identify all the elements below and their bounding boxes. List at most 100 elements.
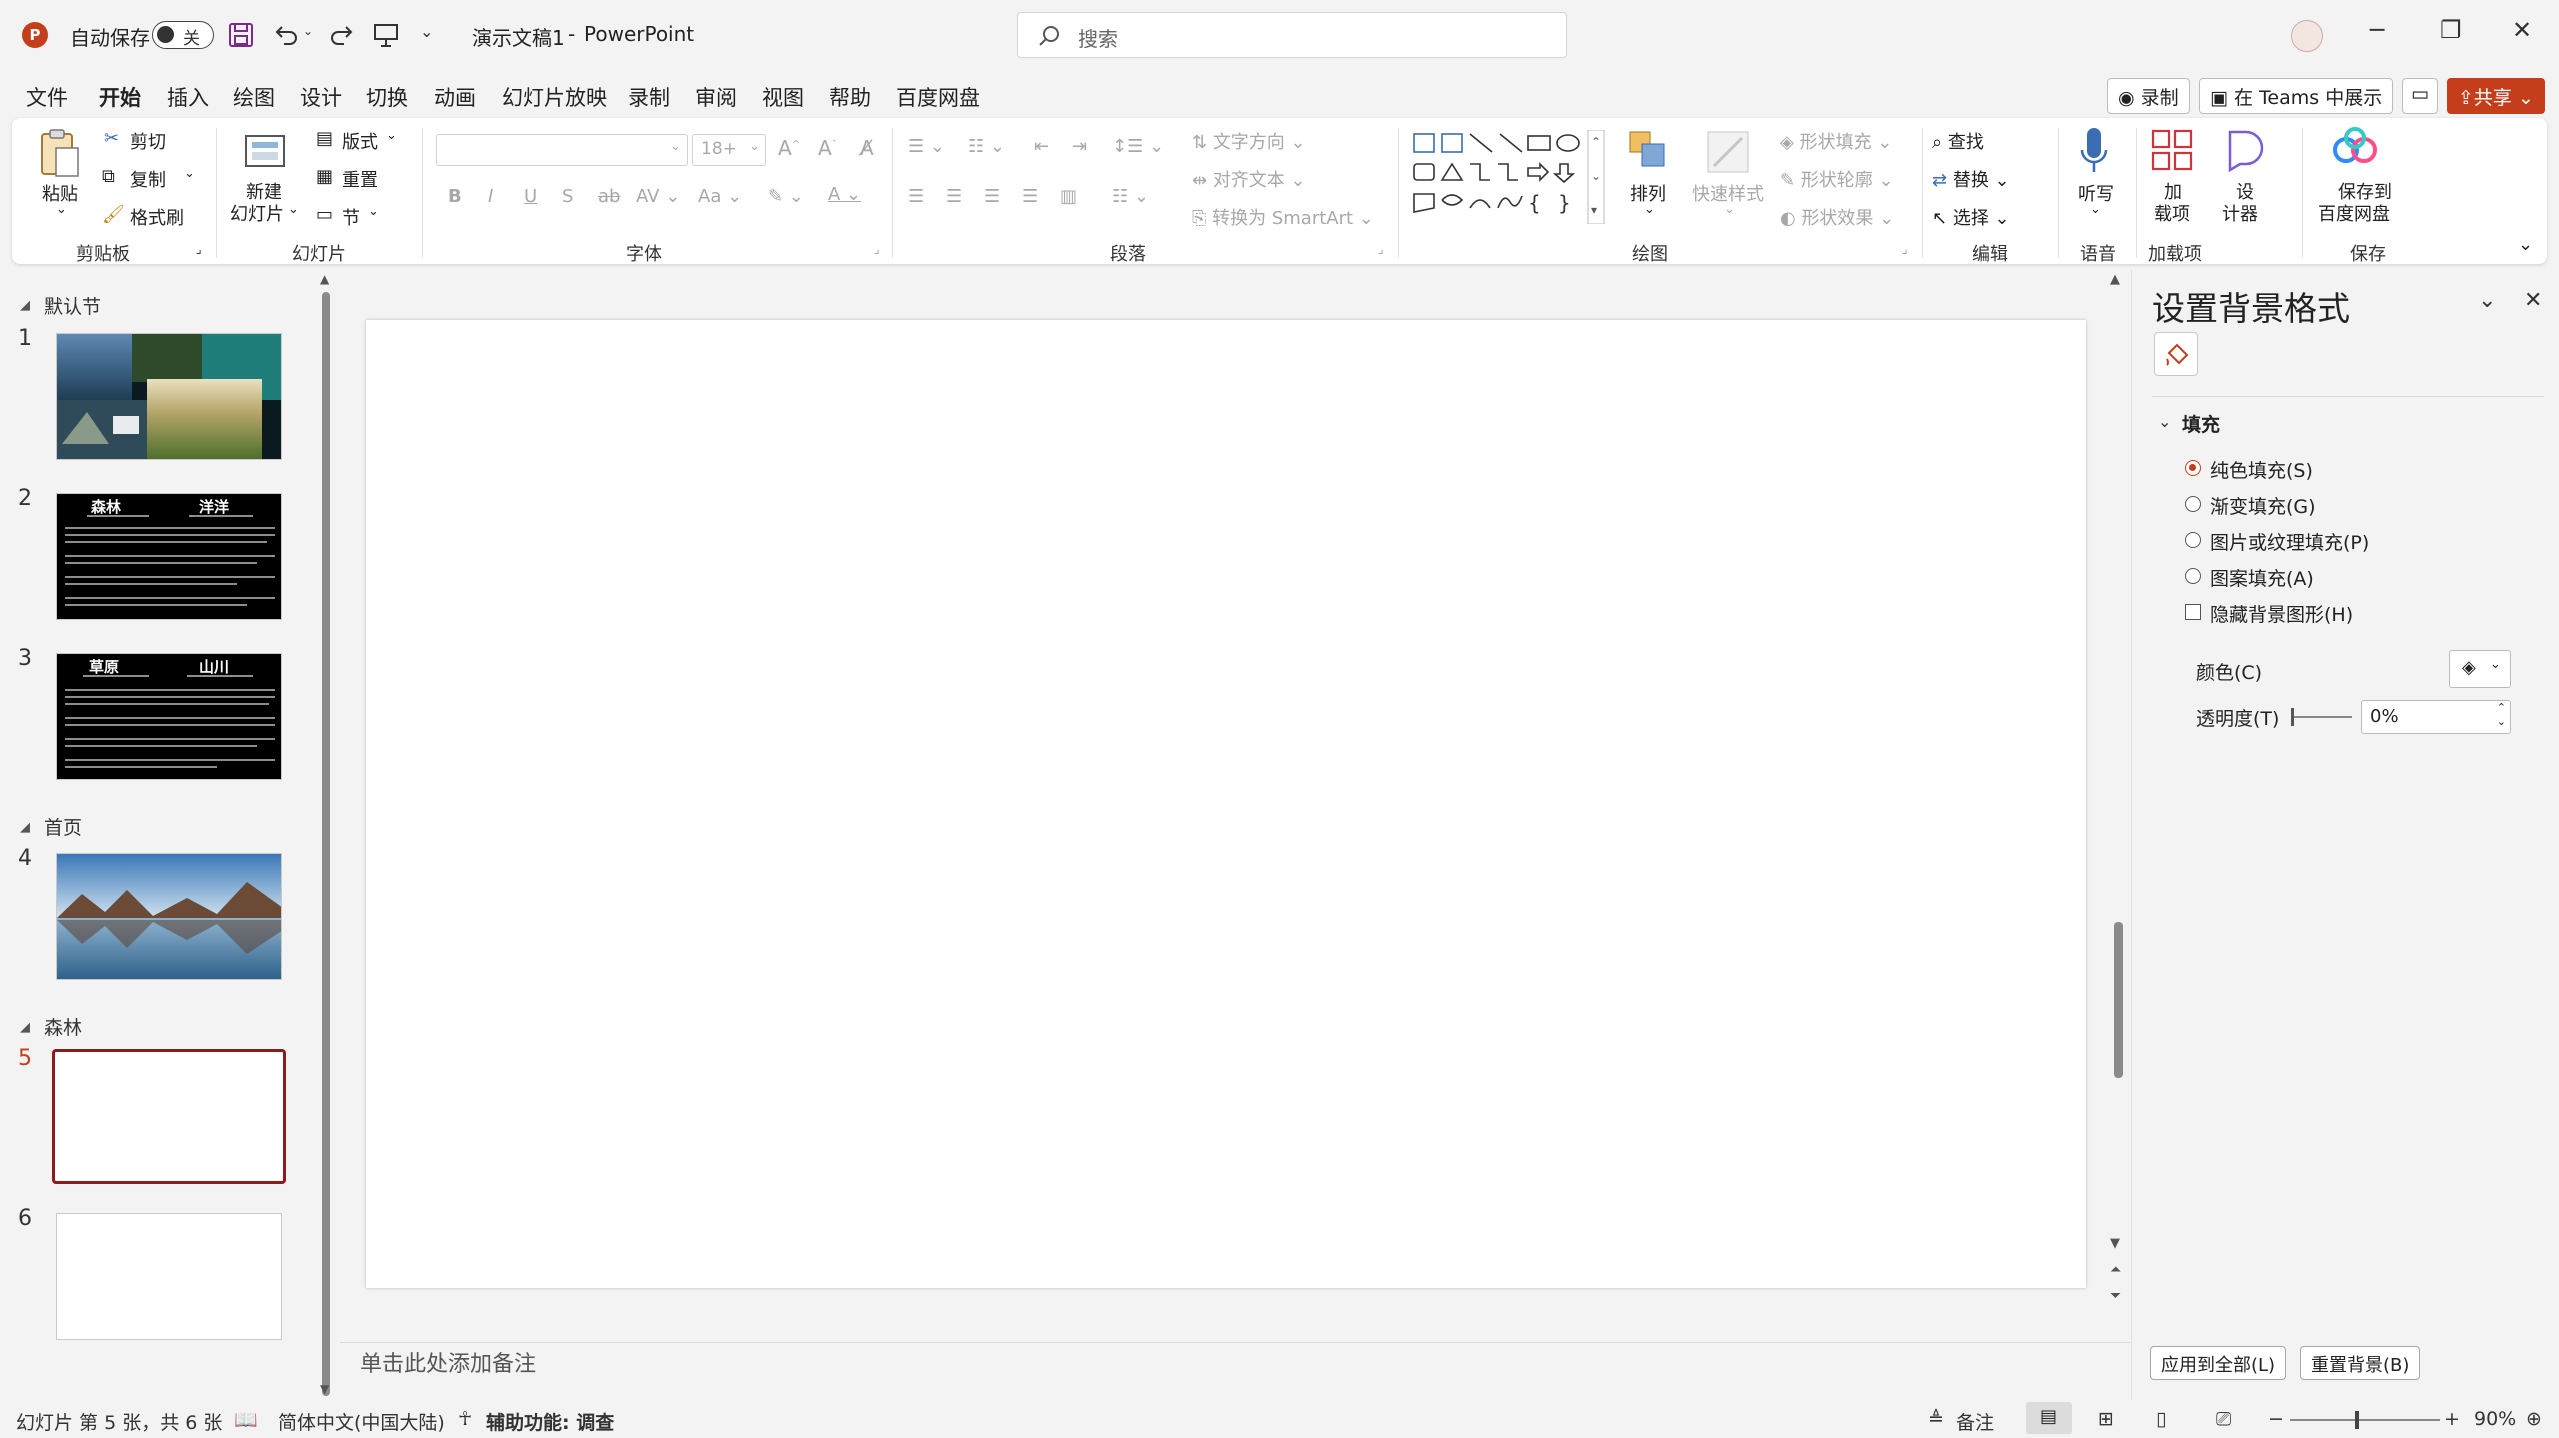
undo-dropdown-icon[interactable]: ⌄ [303,24,313,38]
bold-icon[interactable]: B [448,186,462,207]
spinner-down-icon[interactable]: ⌄ [2497,715,2506,728]
zoom-in-icon[interactable]: + [2444,1408,2460,1430]
highlight-icon[interactable]: ✎ ⌄ [768,186,804,207]
color-picker-button[interactable]: ◈ ⌄ [2449,650,2511,688]
slideshow-view-icon[interactable]: ⎚ [2216,1408,2231,1430]
slide-canvas[interactable] [366,320,2086,1288]
paste-icon[interactable] [38,126,82,180]
align-right-icon[interactable]: ☰ [984,186,1000,207]
copy-dropdown-icon[interactable]: ⌄ [184,166,195,181]
language-status[interactable]: 简体中文(中国大陆) [278,1408,445,1435]
arrange-dropdown-icon[interactable]: ⌄ [1644,202,1655,217]
paragraph-launcher-icon[interactable]: ⌟ [1378,242,1384,256]
font-size-combo[interactable]: 18+ ⌄ [692,134,766,166]
slide-thumbnail-5[interactable] [52,1049,286,1184]
justify-icon[interactable]: ☰ [1022,186,1038,207]
zoom-slider[interactable] [2290,1411,2440,1429]
slide-sorter-view-icon[interactable]: ⊞ [2098,1408,2114,1430]
normal-view-button[interactable]: ▤ [2026,1402,2072,1434]
layout-dropdown-icon[interactable]: ⌄ [386,128,397,143]
section-dropdown-icon[interactable]: ⌄ [368,204,379,219]
shapes-gallery[interactable]: {} ⌃ ⌄ ▾ [1408,130,1608,224]
search-input[interactable]: 搜索 [1017,12,1567,58]
shape-fill-button[interactable]: ◈ 形状填充 ⌄ [1780,128,1892,154]
shape-effects-button[interactable]: ◐ 形状效果 ⌄ [1780,204,1894,230]
scroll-up-icon[interactable]: ▲ [320,272,329,286]
section-label-default[interactable]: 默认节 [44,292,101,319]
find-button[interactable]: ⌕ 查找 [1932,128,1984,154]
minimize-icon[interactable]: ─ [2370,16,2384,44]
accessibility-status[interactable]: 辅助功能: 调查 [486,1408,614,1435]
zoom-out-icon[interactable]: − [2268,1408,2284,1430]
section-button[interactable]: 节 [342,204,360,230]
section-label-home[interactable]: 首页 [44,813,82,840]
dictate-dropdown-icon[interactable]: ⌄ [2090,202,2101,217]
decrease-font-icon[interactable]: Aˇ [818,136,837,160]
reading-view-icon[interactable]: ▯ [2156,1408,2166,1430]
close-icon[interactable]: ✕ [2512,16,2532,44]
tab-record[interactable]: 录制 [628,82,670,112]
clear-formatting-icon[interactable]: A̸ [860,136,874,160]
picture-fill-radio[interactable] [2185,532,2201,548]
pane-close-icon[interactable]: ✕ [2524,288,2542,313]
section-collapse-icon[interactable]: ◢ [20,820,30,835]
canvas-scroll-up-icon[interactable]: ▲ [2110,272,2120,287]
strikethrough-icon[interactable]: ab [598,186,620,207]
comments-button[interactable]: ▭ [2402,78,2438,114]
customize-qat-icon[interactable]: ⌄ [420,22,433,41]
tab-transitions[interactable]: 切换 [366,82,408,112]
tab-help[interactable]: 帮助 [829,82,871,112]
font-name-combo[interactable]: ⌄ [436,134,688,166]
align-center-icon[interactable]: ☰ [946,186,962,207]
increase-indent-icon[interactable]: ⇥ [1072,136,1087,157]
quick-styles-dropdown-icon[interactable]: ⌄ [1724,202,1735,217]
columns-icon[interactable]: ▥ [1060,186,1077,207]
picture-fill-label[interactable]: 图片或纹理填充(P) [2210,528,2369,555]
slide-thumbnail-2[interactable]: 森林 洋洋 [56,493,282,620]
record-button[interactable]: ◉ 录制 [2107,78,2190,114]
tab-slideshow[interactable]: 幻灯片放映 [502,82,607,112]
fill-section-chevron-icon[interactable]: ⌄ [2158,412,2171,431]
baidu-netdisk-icon[interactable] [2330,126,2380,172]
pattern-fill-radio[interactable] [2185,568,2201,584]
font-color-icon[interactable]: A ⌄ [828,184,861,205]
tab-home[interactable]: 开始 [99,82,141,122]
underline-icon[interactable]: U [524,186,537,207]
quick-styles-icon[interactable] [1704,128,1752,178]
section-label-forest[interactable]: 森林 [44,1013,82,1040]
section-collapse-icon[interactable]: ◢ [20,1020,30,1035]
fit-to-window-icon[interactable]: ⊕ [2526,1408,2542,1430]
layout-button[interactable]: 版式 [342,128,378,154]
spellcheck-icon[interactable]: 📖 [234,1408,258,1431]
decrease-indent-icon[interactable]: ⇤ [1034,136,1049,157]
format-painter-button[interactable]: 格式刷 [130,204,184,230]
next-slide-icon[interactable]: ⏷ [2110,1288,2121,1304]
align-text-button[interactable]: ⇹ 对齐文本 ⌄ [1192,166,1306,192]
designer-label-2[interactable]: 计器 [2222,200,2258,226]
gradient-fill-label[interactable]: 渐变填充(G) [2210,492,2316,519]
microphone-icon[interactable] [2078,126,2110,178]
font-launcher-icon[interactable]: ⌟ [874,242,880,256]
align-left-icon[interactable]: ☰ [908,186,924,207]
change-case-icon[interactable]: Aa ⌄ [698,186,742,207]
transparency-spinner[interactable]: 0% ⌃ ⌄ [2361,700,2511,734]
bullets-icon[interactable]: ☰ ⌄ [908,136,945,157]
previous-slide-icon[interactable]: ⏶ [2110,1262,2121,1278]
arrange-icon[interactable] [1626,128,1670,178]
slide-thumbnail-1[interactable] [56,333,282,460]
tab-baidu[interactable]: 百度网盘 [896,82,980,112]
tab-file[interactable]: 文件 [26,82,68,112]
italic-icon[interactable]: I [488,186,493,207]
copy-button[interactable]: 复制 [130,166,166,192]
addins-label-2[interactable]: 载项 [2154,200,2190,226]
increase-font-icon[interactable]: A^ [778,136,800,160]
tab-review[interactable]: 审阅 [695,82,737,112]
new-slide-label-2[interactable]: 幻灯片 [230,200,284,226]
slide-thumbnail-6[interactable] [56,1213,282,1340]
share-button[interactable]: ⇪共享 ⌄ [2447,78,2545,114]
redo-icon[interactable] [328,22,356,48]
canvas-scrollbar[interactable] [2114,922,2123,1078]
ribbon-collapse-icon[interactable]: ⌄ [2518,234,2533,255]
save-baidu-label-2[interactable]: 百度网盘 [2318,200,2390,226]
present-from-start-icon[interactable] [372,21,400,49]
